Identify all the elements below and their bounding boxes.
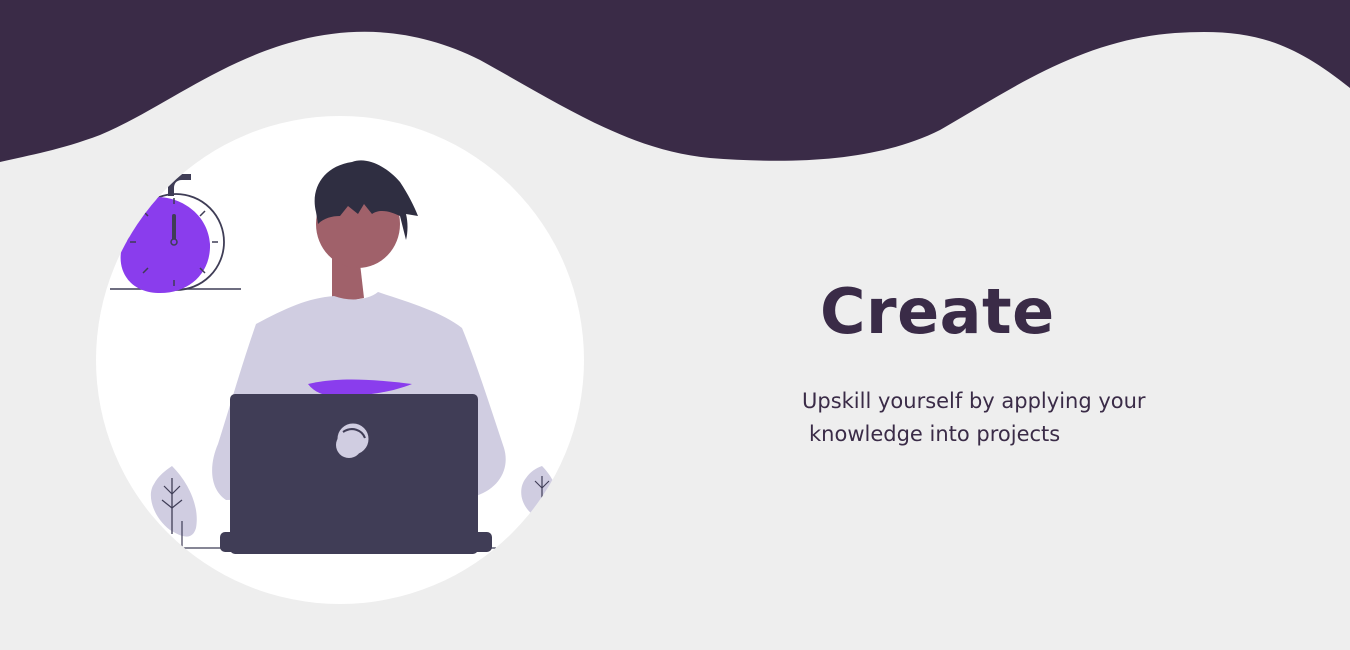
hero-illustration (96, 116, 584, 604)
subtitle-line-2: knowledge into projects (809, 422, 1061, 446)
subtitle-line-1: Upskill yourself by applying your (802, 389, 1146, 413)
hero-subtitle: Upskill yourself by applying your knowle… (802, 385, 1222, 451)
page-title: Create (820, 275, 1055, 348)
hero-section: Create Upskill yourself by applying your… (0, 0, 1350, 650)
